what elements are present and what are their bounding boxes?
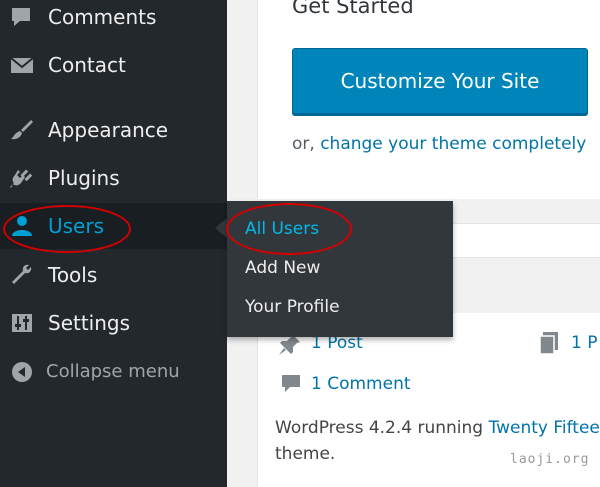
comments-count-link[interactable]: 1 Comment (311, 374, 411, 394)
sidebar-item-label: Users (48, 214, 105, 238)
submenu-item-your-profile[interactable]: Your Profile (245, 297, 340, 317)
pages-count-link[interactable]: 1 P (571, 333, 597, 353)
change-theme-link[interactable]: change your theme completely (320, 134, 586, 154)
submenu-item-add-new[interactable]: Add New (245, 258, 320, 278)
user-icon (9, 214, 35, 238)
comment-bubble-icon (9, 5, 35, 29)
sidebar-item-settings[interactable]: Settings (0, 300, 227, 346)
or-text: or, (292, 134, 315, 154)
sidebar-item-plugins[interactable]: Plugins (0, 155, 227, 201)
users-submenu: All Users Add New Your Profile (227, 201, 453, 337)
submenu-item-all-users[interactable]: All Users (245, 219, 319, 239)
collapse-menu-label: Collapse menu (46, 361, 180, 382)
sidebar-item-comments[interactable]: Comments (0, 0, 227, 40)
sidebar-item-label: Comments (48, 5, 157, 29)
collapse-arrow-icon (9, 360, 35, 384)
customize-site-button[interactable]: Customize Your Site (292, 48, 588, 114)
sidebar-item-label: Contact (48, 53, 126, 77)
sidebar-item-label: Appearance (48, 118, 169, 142)
change-theme-line: or, change your theme completely (292, 134, 586, 154)
pages-icon (538, 331, 560, 359)
sidebar-item-label: Tools (48, 263, 98, 287)
paintbrush-icon (9, 118, 35, 142)
wrench-icon (9, 263, 35, 287)
version-prefix: WordPress 4.2.4 running (275, 418, 484, 438)
sidebar-item-contact[interactable]: Contact (0, 42, 227, 88)
plug-icon (9, 166, 35, 190)
get-started-heading: Get Started (292, 0, 414, 18)
sidebar-item-label: Settings (48, 311, 131, 335)
version-suffix: theme. (275, 444, 336, 464)
theme-link[interactable]: Twenty Fiftee (489, 418, 600, 438)
sidebar-item-appearance[interactable]: Appearance (0, 107, 227, 153)
sidebar-item-users[interactable]: Users (0, 203, 227, 249)
flyout-pointer (215, 218, 227, 238)
envelope-icon (9, 53, 35, 77)
admin-sidebar: Comments Contact Appearance Plugins User… (0, 0, 227, 487)
sidebar-item-tools[interactable]: Tools (0, 252, 227, 298)
welcome-panel: Get Started Customize Your Site or, chan… (257, 0, 600, 199)
comment-bubble-icon (280, 373, 302, 399)
sliders-icon (9, 311, 35, 335)
watermark: laoji.org (510, 452, 590, 467)
collapse-menu-button[interactable]: Collapse menu (0, 349, 227, 395)
sidebar-item-label: Plugins (48, 166, 120, 190)
